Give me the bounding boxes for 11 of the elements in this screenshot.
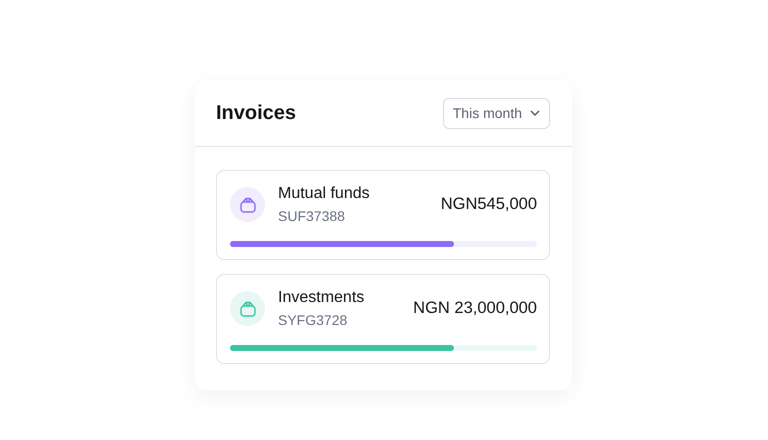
item-code: SUF37388 (278, 208, 346, 224)
item-amount: NGN 23,000,000 (413, 299, 537, 318)
item-name: Investments (278, 289, 366, 307)
period-dropdown[interactable]: This month (442, 98, 550, 128)
item-code: SYFG3728 (278, 312, 348, 328)
card-title: Invoices (216, 102, 296, 124)
bag-icon (238, 300, 256, 316)
chevron-down-icon (530, 110, 540, 116)
item-name: Mutual funds (278, 185, 371, 203)
item-amount: NGN545,000 (440, 195, 537, 214)
bag-icon (238, 196, 256, 212)
